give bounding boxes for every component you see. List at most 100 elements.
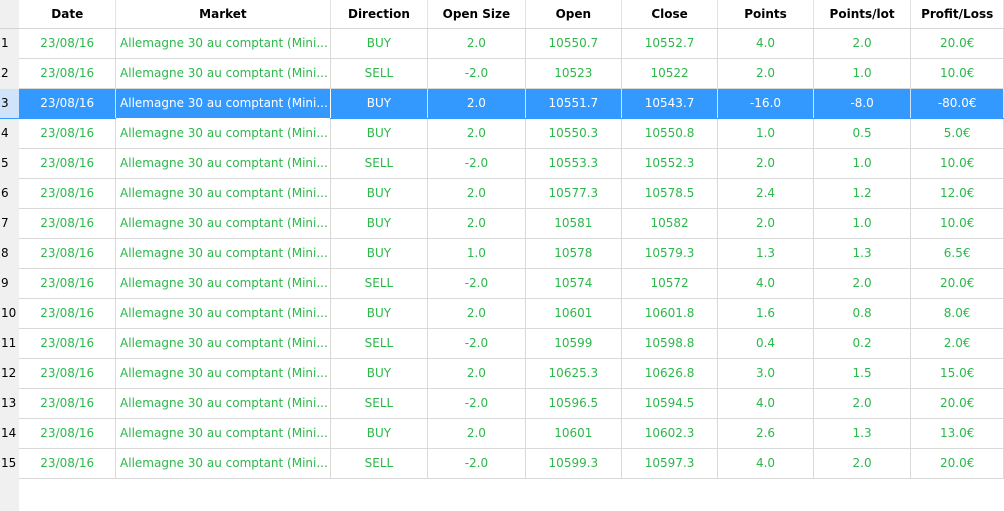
column-header-profit-loss[interactable]: Profit/Loss [910,0,1004,29]
cell-date[interactable]: 23/08/16 [18,178,117,209]
cell-close[interactable]: 10594.5 [621,388,719,419]
cell-points-per-lot[interactable]: -8.0 [813,88,912,119]
cell-close[interactable]: 10572 [621,268,719,299]
cell-profit-loss[interactable]: 20.0€ [910,448,1004,479]
cell-profit-loss[interactable]: 12.0€ [910,178,1004,209]
cell-open[interactable]: 10553.3 [525,148,622,179]
cell-market[interactable]: Allemagne 30 au comptant (Mini... [115,448,331,479]
cell-market[interactable]: Allemagne 30 au comptant (Mini... [115,358,331,389]
row-number[interactable]: 15 [0,448,20,479]
cell-profit-loss[interactable]: 20.0€ [910,28,1004,59]
row-number[interactable]: 14 [0,418,20,449]
cell-profit-loss[interactable]: 20.0€ [910,268,1004,299]
cell-open[interactable]: 10578 [525,238,622,269]
cell-profit-loss[interactable]: 6.5€ [910,238,1004,269]
cell-close[interactable]: 10597.3 [621,448,719,479]
corner-cell[interactable] [0,0,20,29]
cell-close[interactable]: 10552.7 [621,28,719,59]
cell-open-size[interactable]: -2.0 [427,328,526,359]
cell-profit-loss[interactable]: 15.0€ [910,358,1004,389]
row-number[interactable]: 5 [0,148,20,179]
table-row[interactable]: 9 23/08/16 Allemagne 30 au comptant (Min… [0,268,1004,299]
cell-open-size[interactable]: -2.0 [427,268,526,299]
cell-open[interactable]: 10625.3 [525,358,622,389]
cell-direction[interactable]: BUY [330,418,429,449]
cell-points-per-lot[interactable]: 1.2 [813,178,912,209]
row-number[interactable]: 10 [0,298,20,329]
cell-date[interactable]: 23/08/16 [18,298,117,329]
cell-points-per-lot[interactable]: 1.3 [813,238,912,269]
cell-open[interactable]: 10577.3 [525,178,622,209]
cell-date[interactable]: 23/08/16 [18,118,117,149]
cell-points[interactable]: 3.0 [717,358,814,389]
cell-close[interactable]: 10602.3 [621,418,719,449]
cell-date[interactable]: 23/08/16 [18,148,117,179]
column-header-market[interactable]: Market [115,0,331,29]
cell-open[interactable]: 10574 [525,268,622,299]
cell-market[interactable]: Allemagne 30 au comptant (Mini... [115,178,331,209]
column-header-close[interactable]: Close [621,0,719,29]
cell-close[interactable]: 10598.8 [621,328,719,359]
cell-points[interactable]: 4.0 [717,28,814,59]
cell-date[interactable]: 23/08/16 [18,418,117,449]
table-row[interactable]: 14 23/08/16 Allemagne 30 au comptant (Mi… [0,418,1004,449]
cell-date[interactable]: 23/08/16 [18,448,117,479]
cell-open-size[interactable]: 1.0 [427,238,526,269]
cell-profit-loss[interactable]: 10.0€ [910,148,1004,179]
cell-close[interactable]: 10601.8 [621,298,719,329]
cell-direction[interactable]: BUY [330,358,429,389]
cell-direction[interactable]: BUY [330,88,429,119]
cell-close[interactable]: 10579.3 [621,238,719,269]
cell-close[interactable]: 10552.3 [621,148,719,179]
column-header-points-per-lot[interactable]: Points/lot [813,0,912,29]
column-header-open-size[interactable]: Open Size [427,0,526,29]
cell-date[interactable]: 23/08/16 [18,268,117,299]
cell-date[interactable]: 23/08/16 [18,238,117,269]
cell-direction[interactable]: BUY [330,208,429,239]
cell-direction[interactable]: BUY [330,178,429,209]
cell-points[interactable]: 1.3 [717,238,814,269]
column-header-open[interactable]: Open [525,0,622,29]
cell-market[interactable]: Allemagne 30 au comptant (Mini... [115,208,331,239]
row-number[interactable]: 9 [0,268,20,299]
row-number[interactable]: 8 [0,238,20,269]
table-row[interactable]: 6 23/08/16 Allemagne 30 au comptant (Min… [0,178,1004,209]
cell-direction[interactable]: SELL [330,388,429,419]
cell-open-size[interactable]: 2.0 [427,208,526,239]
cell-direction[interactable]: SELL [330,268,429,299]
cell-direction[interactable]: BUY [330,118,429,149]
cell-open[interactable]: 10599.3 [525,448,622,479]
table-row[interactable]: 13 23/08/16 Allemagne 30 au comptant (Mi… [0,388,1004,419]
cell-direction[interactable]: SELL [330,58,429,89]
cell-profit-loss[interactable]: 2.0€ [910,328,1004,359]
cell-direction[interactable]: SELL [330,148,429,179]
cell-close[interactable]: 10543.7 [621,88,719,119]
table-row[interactable]: 4 23/08/16 Allemagne 30 au comptant (Min… [0,118,1004,149]
cell-market[interactable]: Allemagne 30 au comptant (Mini... [115,298,331,329]
cell-open-size[interactable]: -2.0 [427,448,526,479]
cell-date[interactable]: 23/08/16 [18,208,117,239]
cell-date[interactable]: 23/08/16 [18,58,117,89]
row-number[interactable]: 6 [0,178,20,209]
cell-close[interactable]: 10582 [621,208,719,239]
column-header-points[interactable]: Points [717,0,814,29]
cell-profit-loss[interactable]: -80.0€ [910,88,1004,119]
cell-direction[interactable]: SELL [330,448,429,479]
cell-open-size[interactable]: 2.0 [427,418,526,449]
cell-market[interactable]: Allemagne 30 au comptant (Mini... [115,87,331,119]
row-number[interactable]: 3 [0,88,20,119]
cell-points[interactable]: 2.4 [717,178,814,209]
cell-points[interactable]: 2.0 [717,208,814,239]
cell-close[interactable]: 10578.5 [621,178,719,209]
cell-profit-loss[interactable]: 10.0€ [910,208,1004,239]
cell-market[interactable]: Allemagne 30 au comptant (Mini... [115,118,331,149]
cell-market[interactable]: Allemagne 30 au comptant (Mini... [115,268,331,299]
cell-market[interactable]: Allemagne 30 au comptant (Mini... [115,238,331,269]
cell-open-size[interactable]: 2.0 [427,28,526,59]
cell-date[interactable]: 23/08/16 [18,88,117,119]
cell-points[interactable]: 2.0 [717,58,814,89]
cell-open[interactable]: 10601 [525,418,622,449]
cell-open-size[interactable]: 2.0 [427,88,526,119]
cell-market[interactable]: Allemagne 30 au comptant (Mini... [115,58,331,89]
table-row[interactable]: 11 23/08/16 Allemagne 30 au comptant (Mi… [0,328,1004,359]
